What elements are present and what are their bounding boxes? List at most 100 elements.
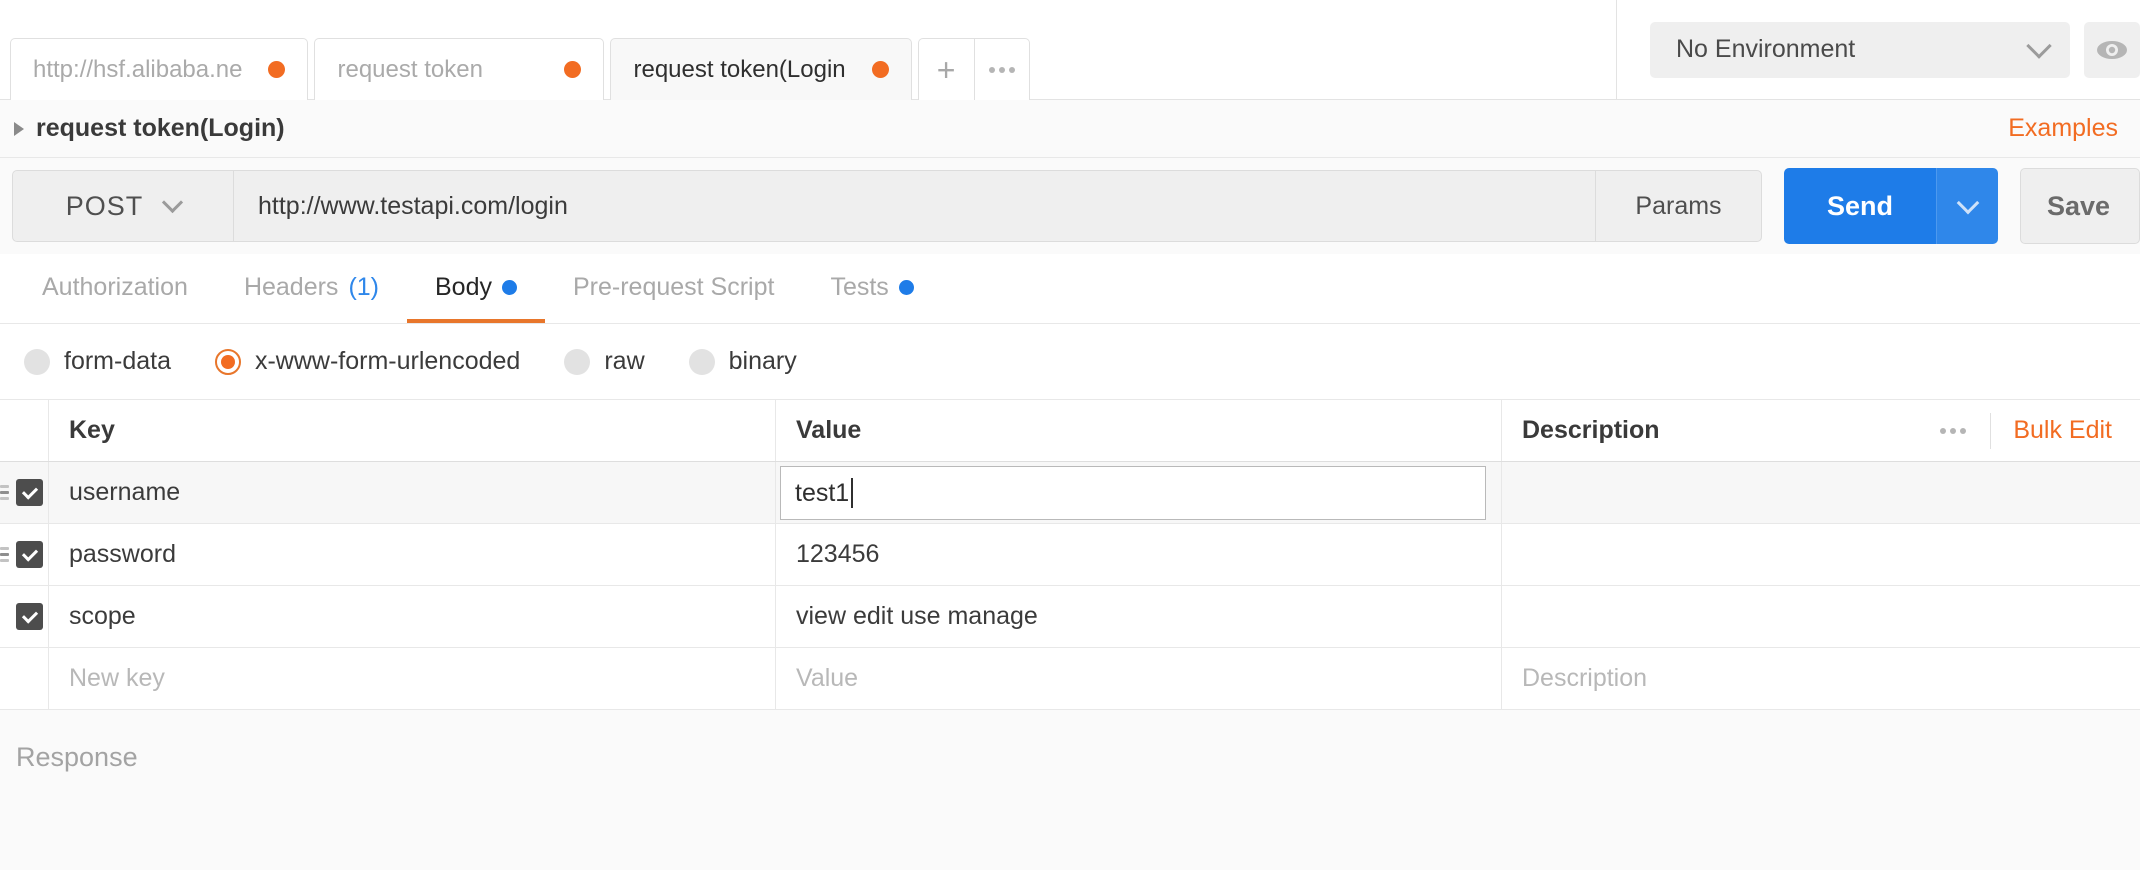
row-value-text: view edit use manage (796, 602, 1038, 631)
row-gutter (0, 524, 48, 585)
new-description-placeholder: Description (1522, 664, 1647, 693)
row-value-text: test1 (795, 479, 849, 508)
save-button[interactable]: Save (2020, 168, 2140, 244)
new-row-description-cell[interactable]: Description (1502, 648, 2140, 709)
new-tab-button[interactable]: + (918, 38, 974, 100)
table-options-button[interactable] (1915, 413, 1991, 449)
examples-link[interactable]: Examples (2008, 114, 2118, 143)
url-bar: POST http://www.testapi.com/login Params… (0, 158, 2140, 254)
tab-label: Pre-request Script (573, 273, 774, 302)
params-button[interactable]: Params (1596, 170, 1762, 242)
body-mode-selector: form-data x-www-form-urlencoded raw bina… (0, 324, 2140, 400)
chevron-down-icon (2026, 33, 2051, 58)
environment-selector[interactable]: No Environment (1650, 22, 2070, 78)
bulk-edit-link[interactable]: Bulk Edit (1991, 416, 2130, 445)
new-row-value-cell[interactable]: Value (776, 648, 1502, 709)
row-gutter (0, 586, 48, 647)
table-header-row: Key Value Description Bulk Edit (0, 400, 2140, 462)
row-gutter (0, 462, 48, 523)
request-section-tabs: Authorization Headers (1) Body Pre-reque… (0, 254, 2140, 324)
row-gutter (0, 648, 48, 709)
radio-icon (24, 349, 50, 375)
request-tab-2[interactable]: request token(Login (610, 38, 911, 100)
drag-handle-icon[interactable] (0, 485, 9, 500)
chevron-down-icon (162, 192, 183, 213)
row-key-text: scope (69, 602, 136, 631)
body-mode-raw[interactable]: raw (564, 347, 644, 376)
unsaved-dot-icon (872, 61, 889, 78)
response-label: Response (16, 742, 138, 772)
response-pane: Response https://blog.csdn.net/cai_iac (0, 710, 2140, 870)
row-value-cell[interactable]: 123456 (776, 524, 1502, 585)
row-value-cell[interactable]: view edit use manage (776, 586, 1502, 647)
row-checkbox[interactable] (16, 603, 43, 630)
plus-icon: + (937, 54, 956, 86)
send-options-button[interactable] (1936, 168, 1998, 244)
ellipsis-icon (989, 67, 1015, 73)
request-tab-strip: http://hsf.alibaba.ne request token requ… (0, 0, 2140, 100)
row-description-cell[interactable] (1502, 524, 2140, 585)
drag-handle-icon[interactable] (0, 547, 9, 562)
radio-selected-icon (215, 349, 241, 375)
table-row: password 123456 (0, 524, 2140, 586)
row-checkbox[interactable] (16, 479, 43, 506)
unsaved-dot-icon (268, 61, 285, 78)
tab-label: Headers (244, 273, 339, 302)
tab-pre-request-script[interactable]: Pre-request Script (545, 255, 802, 323)
table-new-row: New key Value Description (0, 648, 2140, 710)
environment-area: No Environment (1617, 0, 2140, 99)
url-input[interactable]: http://www.testapi.com/login (234, 170, 1596, 242)
column-header-value: Value (796, 416, 861, 445)
request-tab-0[interactable]: http://hsf.alibaba.ne (10, 38, 308, 100)
request-tab-1[interactable]: request token (314, 38, 604, 100)
table-row: scope view edit use manage (0, 586, 2140, 648)
row-value-cell[interactable]: test1 (776, 462, 1502, 523)
tab-options-button[interactable] (974, 38, 1030, 100)
body-mode-urlencoded[interactable]: x-www-form-urlencoded (215, 347, 520, 376)
row-key-cell[interactable]: username (48, 462, 776, 523)
header-description-cell: Description (1502, 400, 1787, 461)
http-method-selector[interactable]: POST (12, 170, 234, 242)
row-checkbox[interactable] (16, 541, 43, 568)
new-key-placeholder: New key (69, 664, 165, 693)
radio-icon (689, 349, 715, 375)
environment-label: No Environment (1676, 35, 1855, 64)
unsaved-dot-icon (564, 61, 581, 78)
send-button[interactable]: Send (1784, 168, 1936, 244)
tab-body[interactable]: Body (407, 255, 545, 323)
page-title: request token(Login) (36, 114, 285, 143)
tab-authorization[interactable]: Authorization (14, 255, 216, 323)
environment-quick-look-button[interactable] (2084, 22, 2140, 78)
row-description-cell[interactable] (1502, 462, 2140, 523)
row-key-cell[interactable]: password (48, 524, 776, 585)
row-key-cell[interactable]: scope (48, 586, 776, 647)
row-value-text: 123456 (796, 540, 879, 569)
row-value-input[interactable]: test1 (780, 466, 1486, 520)
tab-tests[interactable]: Tests (802, 255, 941, 323)
header-key-cell: Key (48, 400, 776, 461)
tab-headers[interactable]: Headers (1) (216, 255, 407, 323)
caret-right-icon[interactable] (14, 122, 24, 136)
new-row-key-cell[interactable]: New key (48, 648, 776, 709)
tests-status-dot-icon (899, 280, 914, 295)
body-mode-label: binary (729, 347, 797, 376)
body-mode-binary[interactable]: binary (689, 347, 797, 376)
headers-count-badge: (1) (348, 273, 379, 302)
new-value-placeholder: Value (796, 664, 858, 693)
body-status-dot-icon (502, 280, 517, 295)
row-description-cell[interactable] (1502, 586, 2140, 647)
ellipsis-icon (1940, 428, 1966, 434)
row-key-text: password (69, 540, 176, 569)
radio-icon (564, 349, 590, 375)
request-tab-label: http://hsf.alibaba.ne (33, 56, 242, 84)
send-button-group: Send (1784, 168, 1998, 244)
table-row: username test1 (0, 462, 2140, 524)
column-header-description: Description (1522, 416, 1660, 445)
save-label: Save (2047, 191, 2110, 222)
params-label: Params (1635, 192, 1721, 221)
body-mode-form-data[interactable]: form-data (24, 347, 171, 376)
body-mode-label: x-www-form-urlencoded (255, 347, 520, 376)
tab-label: Tests (830, 273, 888, 302)
table-header-actions: Bulk Edit (1787, 400, 2140, 461)
tab-label: Authorization (42, 273, 188, 302)
